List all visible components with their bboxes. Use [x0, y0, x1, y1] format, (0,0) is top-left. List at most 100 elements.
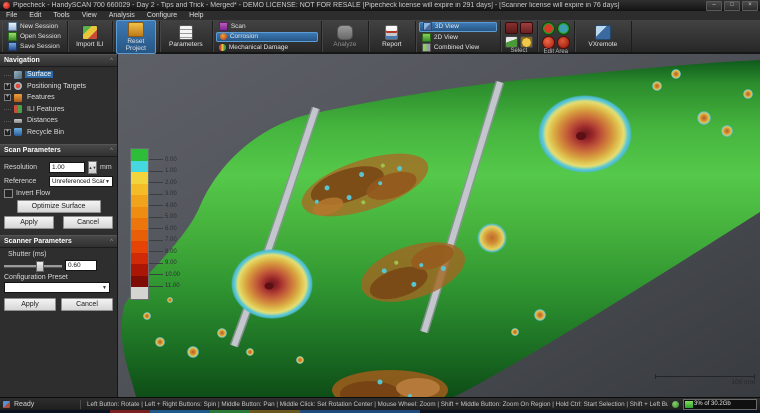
view-3d-button[interactable]: 3D View: [418, 21, 497, 32]
invert-selection-icon[interactable]: [519, 22, 533, 34]
shutter-slider[interactable]: [4, 260, 62, 272]
scanner-apply-button[interactable]: Apply: [4, 298, 56, 311]
import-ili-button[interactable]: Import ILI: [71, 24, 109, 49]
vxremote-button[interactable]: VXremote: [578, 24, 628, 49]
reference-dropdown[interactable]: Unreferenced Scan ▼: [49, 176, 113, 187]
combined-view-button[interactable]: Combined View: [419, 42, 497, 52]
menu-item[interactable]: Configure: [141, 11, 183, 20]
configuration-preset-label: Configuration Preset: [4, 274, 68, 281]
status-axis-icon: [3, 400, 10, 408]
recycle-bin-icon: [14, 128, 22, 137]
viewport-3d[interactable]: 0.00 1.00 2.00 3.00 4.00 5.00 6.00 7.00 …: [118, 54, 760, 397]
features-icon: [14, 93, 22, 102]
chevron-down-icon: ▼: [102, 284, 107, 291]
legend-leader-line: [149, 205, 163, 206]
square-2d-icon: [421, 32, 431, 42]
tree-item-surface[interactable]: Surface: [2, 69, 117, 81]
mechanical-damage-mode-button[interactable]: Mechanical Damage: [216, 43, 318, 52]
corrosion-mode-button[interactable]: Corrosion: [215, 31, 318, 42]
parameters-button[interactable]: Parameters: [163, 24, 209, 49]
status-bar: Ready Left Button: Rotate | Left + Right…: [0, 397, 760, 410]
navigation-title: Navigation: [4, 57, 40, 64]
distances-icon: [14, 118, 22, 123]
report-button[interactable]: Report: [372, 24, 412, 49]
reset-project-button[interactable]: Reset Project: [115, 19, 156, 54]
collapse-icon[interactable]: ^: [110, 239, 113, 245]
menu-item[interactable]: Edit: [23, 11, 47, 20]
invert-flow-checkbox[interactable]: [4, 189, 13, 198]
close-button[interactable]: ×: [742, 0, 758, 11]
clear-selection-icon[interactable]: [504, 22, 518, 34]
chevron-down-icon: ▼: [105, 178, 110, 185]
scan-icon: [218, 21, 228, 31]
legend-leader-line: [149, 285, 163, 287]
delete-area-icon[interactable]: [556, 36, 570, 49]
menu-item[interactable]: View: [76, 11, 103, 20]
legend-color-cell: [131, 241, 148, 253]
expander-icon[interactable]: +: [4, 128, 11, 136]
open-folder-icon: [8, 32, 17, 41]
expander-icon[interactable]: +: [4, 82, 11, 90]
tree-item-features[interactable]: + Features: [2, 92, 117, 104]
memory-gauge: 3% of 30.2Gb: [683, 398, 757, 410]
new-session-button[interactable]: New Session: [5, 22, 64, 31]
scan-cancel-button[interactable]: Cancel: [63, 216, 113, 229]
legend-color-cell: [131, 264, 148, 276]
remove-area-icon[interactable]: [541, 36, 555, 49]
legend-color-cell: [131, 206, 148, 218]
open-session-button[interactable]: Open Session: [5, 32, 64, 41]
mechanical-damage-icon: [218, 43, 226, 51]
tree-item-positioning-targets[interactable]: + Positioning Targets: [2, 81, 117, 93]
reference-label: Reference: [4, 178, 37, 185]
scale-bar-label: 100 mm: [731, 379, 755, 386]
surface-icon: [14, 70, 22, 79]
optimize-surface-button[interactable]: Optimize Surface: [16, 200, 101, 213]
edit-area-pencil-icon[interactable]: [556, 22, 570, 35]
menu-item[interactable]: File: [0, 11, 23, 20]
menu-item[interactable]: Analysis: [103, 11, 141, 20]
pipe-3d-render: [121, 60, 760, 397]
save-session-button[interactable]: Save Session: [5, 42, 64, 51]
tree-item-ili-features[interactable]: ILI Features: [2, 104, 117, 116]
memory-gauge-fill: [685, 400, 693, 408]
legend-leader-line: [149, 239, 163, 241]
configuration-preset-dropdown[interactable]: ▼: [4, 282, 110, 293]
menu-item[interactable]: Help: [183, 11, 209, 20]
left-sidebar: Navigation ^ Surface + Positioning Targe…: [0, 54, 118, 397]
collapse-icon[interactable]: ^: [110, 58, 113, 64]
new-session-icon: [8, 22, 17, 31]
analyze-binoculars-icon: [336, 25, 353, 40]
corrosion-pit: [231, 249, 313, 319]
scan-apply-button[interactable]: Apply: [4, 216, 54, 229]
add-area-icon[interactable]: [541, 22, 555, 35]
shutter-value-input[interactable]: [65, 260, 97, 271]
minimize-button[interactable]: –: [706, 0, 722, 11]
legend-color-cell: [131, 149, 148, 161]
maximize-button[interactable]: □: [724, 0, 740, 11]
tree-item-recycle-bin[interactable]: + Recycle Bin: [2, 127, 117, 139]
legend-color-cell: [131, 183, 148, 195]
view-group: 3D View 2D View Combined View: [416, 21, 501, 52]
scan-mode-button[interactable]: Scan: [216, 21, 318, 31]
legend-color-cell: [131, 275, 148, 287]
legend-tick-label: 8.00: [165, 248, 177, 255]
spinner-control[interactable]: ▲▼: [88, 161, 97, 174]
legend-tick-label: 11.00: [165, 283, 180, 289]
view-2d-button[interactable]: 2D View: [419, 32, 497, 42]
vxremote-icon: [594, 25, 611, 40]
menu-item[interactable]: Tools: [47, 11, 75, 20]
brush-select-icon[interactable]: [504, 36, 518, 48]
analyze-button[interactable]: Analyze: [325, 24, 365, 49]
lasso-select-icon[interactable]: [519, 36, 533, 48]
analyze-group: Analyze: [322, 21, 369, 52]
pipe-surface: [121, 60, 760, 397]
edit-area-group: Edit Area: [538, 21, 575, 55]
toolbar: New Session Open Session Save Session Im…: [0, 19, 760, 55]
scanner-cancel-button[interactable]: Cancel: [61, 298, 113, 311]
legend-tick-label: 9.00: [165, 260, 177, 266]
collapse-icon[interactable]: ^: [110, 148, 113, 154]
tree-item-distances[interactable]: Distances: [2, 115, 117, 127]
resolution-input[interactable]: [49, 162, 85, 173]
slider-thumb[interactable]: [35, 261, 44, 272]
expander-icon[interactable]: +: [4, 94, 11, 102]
